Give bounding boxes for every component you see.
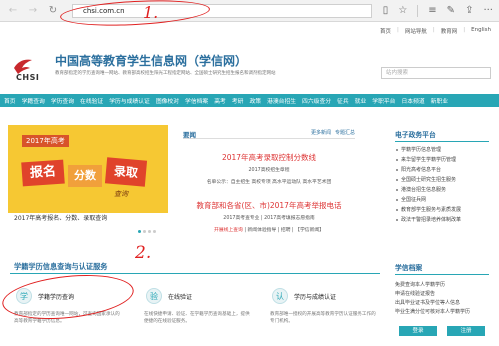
- card-title[interactable]: 学历与成绩认证: [294, 292, 336, 301]
- list-item: 免费查询本人学籍学历: [395, 282, 446, 288]
- nav-item-conscription[interactable]: 征兵: [337, 96, 349, 105]
- carousel-dots: [138, 230, 156, 233]
- nav-item-certification[interactable]: 学历与成绩认证: [109, 96, 150, 105]
- promo-banner[interactable]: 2017年高考 报名 分数 录取 查询 2017年高考报名、分数、录取查询: [8, 125, 168, 225]
- news-subline[interactable]: 2017高校招生章程: [183, 166, 355, 173]
- nav-item-degree-query[interactable]: 学历查询: [51, 96, 74, 105]
- nav-item-kaoyan[interactable]: 考研: [232, 96, 244, 105]
- banner-word-register: 报名: [21, 159, 65, 187]
- nav-item-hmt-admission[interactable]: 港澳台招生: [267, 96, 296, 105]
- top-links: 首页 | 网站导航 | 教育网 | English: [380, 27, 491, 35]
- toplink-separator: |: [463, 27, 466, 33]
- banner-caption: 2017年高考报名、分数、录取查询: [8, 213, 168, 225]
- carousel-dot[interactable]: [138, 230, 141, 233]
- news-subline[interactable]: 2017高考查专业 | 2017高考填报志愿指南: [183, 214, 355, 221]
- toplink-sitemap[interactable]: 网站导航: [405, 27, 427, 35]
- card-description: 在线快捷申请、验证、在学籍学历查询基础上，提供便捷的在线验证服务。: [144, 312, 250, 324]
- archive-title: 学信档案: [395, 262, 489, 275]
- site-title: 中国高等教育学生信息网（学信网）: [55, 54, 248, 68]
- news-subline[interactable]: 名单公示：自主招生 高校专项 高水平运动队 高水平艺术团: [183, 178, 355, 185]
- news-title: 要闻: [183, 131, 196, 139]
- main-navigation: 首页 学籍查询 学历查询 在线验证 学历与成绩认证 图像校对 学信档案 高考 考…: [0, 94, 499, 107]
- list-item[interactable]: 来华留学生学籍学历管理: [395, 155, 489, 165]
- toplink-edu-net[interactable]: 教育网: [441, 27, 458, 35]
- toplink-english[interactable]: English: [471, 27, 491, 35]
- list-item[interactable]: 全国硕士研究生招生服务: [395, 175, 489, 185]
- list-item[interactable]: 教育部学生服务与素质发展: [395, 205, 489, 215]
- nav-item-new-career[interactable]: 新职业: [431, 96, 448, 105]
- list-item: 出具毕业证书及学位等人信息: [395, 300, 461, 306]
- archive-list: 免费查询本人学籍学历 申请在线验证报告 出具毕业证书及学位等人信息 毕业生满分位…: [395, 281, 489, 317]
- login-button[interactable]: 登录: [399, 326, 437, 336]
- toplink-separator: |: [432, 27, 435, 33]
- carousel-dot[interactable]: [143, 230, 146, 233]
- nav-item-career-platform[interactable]: 学职平台: [372, 96, 395, 105]
- list-item: 申请在线验证报告: [395, 291, 436, 297]
- refresh-icon[interactable]: ↻: [46, 4, 60, 18]
- nav-item-home[interactable]: 首页: [4, 96, 16, 105]
- card-title[interactable]: 在线验证: [168, 292, 192, 301]
- carousel-dot[interactable]: [153, 230, 156, 233]
- news-headline[interactable]: 教育部和各省(区、市)2017年高考举报电话: [183, 200, 355, 211]
- browser-actions: ▯ ☆ ≡ ✎ ⇪ ···: [383, 4, 493, 18]
- list-item[interactable]: 全国征兵网: [395, 195, 489, 205]
- hub-icon[interactable]: ≡: [428, 4, 436, 18]
- more-news-link[interactable]: 更多新闻: [311, 129, 331, 136]
- nav-item-cet-score[interactable]: 四六级查分: [302, 96, 331, 105]
- nav-item-japan[interactable]: 日本频道: [401, 96, 424, 105]
- news-links: 更多新闻 专题汇总: [311, 129, 355, 136]
- news-subline[interactable]: 开展线上查询 | 新闻体验指导 | 招聘 | 【学信新闻】: [183, 226, 355, 233]
- toplink-separator: |: [397, 27, 399, 33]
- nav-item-policy[interactable]: 政策: [249, 96, 261, 105]
- banner-word-admission: 录取: [104, 157, 148, 187]
- site-description: 教育部指定的学历查询唯一网站、教育部高校招生阳光工程指定网站、全国硕士研究生招生…: [55, 71, 276, 76]
- share-icon[interactable]: ⇪: [465, 4, 473, 18]
- nav-item-status-query[interactable]: 学籍查询: [22, 96, 45, 105]
- list-item[interactable]: 阳光高考信息平台: [395, 165, 489, 175]
- section-title: 学籍学历信息查询与认证服务: [14, 262, 108, 271]
- logo-text: CHSI: [16, 73, 40, 82]
- reading-view-icon[interactable]: ▯: [383, 4, 389, 18]
- card-description: 教育部唯一授权的开展高等教育学历认证服务工作的专门机构。: [270, 312, 376, 324]
- more-menu-icon[interactable]: ···: [483, 4, 493, 18]
- list-item[interactable]: 政法干警招录培养体制改革: [395, 215, 489, 225]
- banner-word-query: 查询: [114, 190, 128, 198]
- nav-item-photo-check[interactable]: 图像校对: [156, 96, 179, 105]
- section-divider: [10, 273, 380, 274]
- toplink-home[interactable]: 首页: [380, 27, 391, 35]
- web-note-icon[interactable]: ✎: [447, 4, 455, 18]
- annotation-number-two: 2.: [135, 243, 152, 263]
- verify-document-icon: 验: [146, 288, 162, 304]
- list-item: 毕业生满分位可核对本人学籍学历: [395, 309, 471, 315]
- search-input[interactable]: 站内搜索: [381, 67, 491, 79]
- news-headline[interactable]: 2017年高考录取控制分数线: [183, 152, 355, 163]
- back-arrow-icon[interactable]: ←: [6, 4, 20, 18]
- certificate-icon: 认: [272, 288, 288, 304]
- service-card-certification[interactable]: 认 学历与成绩认证 教育部唯一授权的开展高等教育学历认证服务工作的专门机构。: [268, 286, 380, 346]
- service-card-online-verify[interactable]: 验 在线验证 在线快捷申请、验证、在学籍学历查询基础上，提供便捷的在线验证服务。: [142, 286, 254, 346]
- nav-item-gaokao[interactable]: 高考: [214, 96, 226, 105]
- annotation-number-one: 1.: [143, 3, 159, 22]
- forward-arrow-icon[interactable]: →: [26, 4, 40, 18]
- banner-word-score: 分数: [68, 165, 102, 187]
- topics-link[interactable]: 专题汇总: [335, 129, 355, 136]
- list-item[interactable]: 港澳台招生信息服务: [395, 185, 489, 195]
- nav-item-online-verify[interactable]: 在线验证: [80, 96, 103, 105]
- banner-tag: 2017年高考: [22, 135, 69, 147]
- nav-item-archive[interactable]: 学信档案: [185, 96, 208, 105]
- news-header: 要闻 更多新闻 专题汇总: [183, 129, 355, 139]
- news-red-link[interactable]: 开展线上查询: [214, 228, 243, 233]
- nav-item-employment[interactable]: 就业: [355, 96, 367, 105]
- news-subline-rest[interactable]: | 新闻体验指导 | 招聘 | 【学信新闻】: [243, 228, 324, 233]
- carousel-dot[interactable]: [148, 230, 151, 233]
- favorite-star-icon[interactable]: ☆: [398, 4, 407, 18]
- register-button[interactable]: 注册: [447, 326, 485, 336]
- eservice-list: 学籍学历信息管理 来华留学生学籍学历管理 阳光高考信息平台 全国硕士研究生招生服…: [395, 145, 489, 225]
- list-item[interactable]: 学籍学历信息管理: [395, 145, 489, 155]
- toolbar-divider: [417, 5, 419, 17]
- eservice-title: 电子政务平台: [395, 129, 489, 142]
